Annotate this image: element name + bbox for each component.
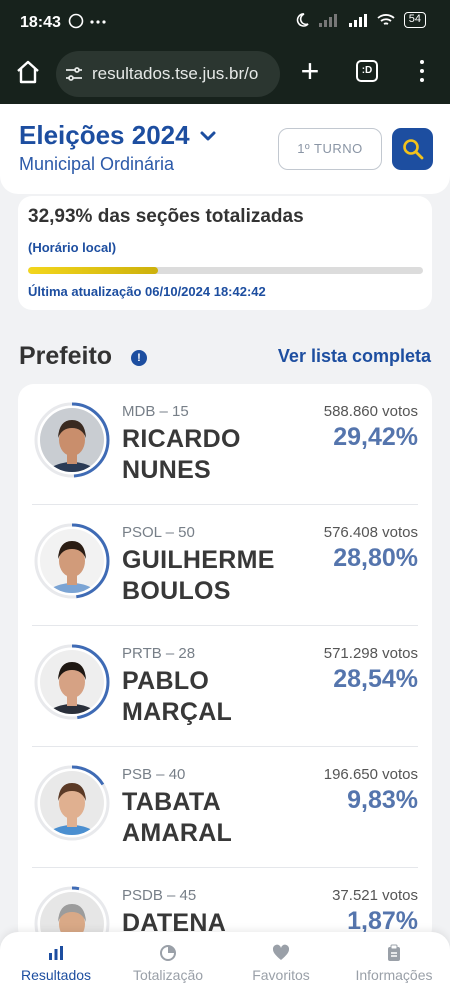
nav-resultados[interactable]: Resultados <box>1 944 111 983</box>
candidate-party: PSDB – 45 <box>122 887 197 904</box>
candidate-votes: 576.408 votos <box>323 524 418 541</box>
new-tab-icon[interactable]: + <box>296 55 324 87</box>
candidate-party: PSB – 40 <box>122 766 186 783</box>
full-list-link[interactable]: Ver lista completa <box>278 346 431 367</box>
sections-totalized-text: 32,93% das seções totalizadas <box>28 206 304 227</box>
wifi-icon <box>377 14 395 25</box>
candidate-name: RICARDO NUNES <box>122 424 241 486</box>
candidate-votes: 588.860 votos <box>323 403 418 420</box>
candidate-avatar <box>34 644 110 720</box>
browser-toolbar: resultados.tse.jus.br/o + :D <box>0 46 450 104</box>
heart-icon <box>272 944 290 960</box>
candidate-party: MDB – 15 <box>122 403 189 420</box>
candidate-party: PSOL – 50 <box>122 524 195 541</box>
progress-bar <box>28 267 423 274</box>
candidate-party: PRTB – 28 <box>122 645 196 662</box>
url-bar[interactable]: resultados.tse.jus.br/o <box>56 51 280 97</box>
clipboard-icon <box>388 944 400 961</box>
bar-chart-icon <box>49 946 63 960</box>
nav-label: Favoritos <box>252 967 310 983</box>
pie-chart-icon <box>160 945 176 961</box>
search-button[interactable] <box>392 128 433 170</box>
menu-icon[interactable] <box>416 56 428 86</box>
candidate-name-line2: NUNES <box>122 456 212 484</box>
candidate-name: PABLO MARÇAL <box>122 666 232 728</box>
candidate-name-line1: TABATA <box>122 788 221 816</box>
search-icon <box>402 139 423 160</box>
page-header: Eleições 2024 Municipal Ordinária 1º TUR… <box>0 104 450 194</box>
page-title: Eleições 2024 <box>19 120 190 150</box>
status-time: 18:43 <box>20 14 61 31</box>
battery-icon: 54 <box>403 12 426 28</box>
candidate-avatar <box>34 765 110 841</box>
signal-icon <box>318 14 337 27</box>
candidate-row[interactable]: PRTB – 28 PABLO MARÇAL 571.298 votos 28,… <box>18 626 432 747</box>
chevron-down-icon[interactable] <box>198 126 218 146</box>
nav-label: Informações <box>355 967 433 983</box>
candidate-name: TABATA AMARAL <box>122 787 232 849</box>
page-subtitle: Municipal Ordinária <box>19 154 175 174</box>
election-selector[interactable]: Eleições 2024 <box>19 120 218 151</box>
candidate-votes: 37.521 votos <box>332 887 418 904</box>
notification-icons <box>68 13 108 33</box>
candidate-name-line2: AMARAL <box>122 819 233 847</box>
candidate-name-line2: MARÇAL <box>122 698 233 726</box>
nav-label: Resultados <box>20 967 92 983</box>
candidate-avatar <box>34 402 110 478</box>
url-text: resultados.tse.jus.br/o <box>92 64 259 83</box>
whatsapp-icon <box>68 13 106 29</box>
status-bar: 18:43 54 <box>0 0 450 46</box>
info-icon[interactable]: ! <box>131 350 147 366</box>
home-icon[interactable] <box>14 58 42 86</box>
candidate-votes: 196.650 votos <box>323 766 418 783</box>
candidate-percent: 28,80% <box>333 544 418 572</box>
candidate-row[interactable]: MDB – 15 RICARDO NUNES 588.860 votos 29,… <box>18 384 432 505</box>
system-icons: 54 <box>294 12 426 28</box>
candidate-percent: 28,54% <box>333 665 418 693</box>
signal-icon-2 <box>348 14 367 27</box>
nav-favoritos[interactable]: Favoritos <box>226 944 336 983</box>
nav-totalização[interactable]: Totalização <box>113 944 223 983</box>
candidate-name-line1: GUILHERME <box>122 546 275 574</box>
candidate-row[interactable]: PSOL – 50 GUILHERME BOULOS 576.408 votos… <box>18 505 432 626</box>
candidate-name-line2: BOULOS <box>122 577 231 605</box>
candidate-avatar <box>34 523 110 599</box>
totalization-progress-card: 32,93% das seções totalizadas (Horário l… <box>18 196 432 310</box>
tab-switcher-icon[interactable]: :D <box>356 60 378 82</box>
turno-button[interactable]: 1º TURNO <box>278 128 382 170</box>
candidate-name: GUILHERME BOULOS <box>122 545 275 607</box>
candidate-name-line1: PABLO <box>122 667 210 695</box>
candidate-votes: 571.298 votos <box>323 645 418 662</box>
section-title: Prefeito <box>19 342 113 370</box>
nav-label: Totalização <box>132 967 204 983</box>
bottom-navigation: Resultados Totalização Favoritos Informa… <box>0 932 450 1000</box>
candidate-percent: 9,83% <box>347 786 418 814</box>
last-update-text: Última atualização 06/10/2024 18:42:42 <box>28 284 266 299</box>
moon-icon <box>296 13 309 27</box>
candidate-percent: 29,42% <box>333 423 418 451</box>
progress-bar-fill <box>28 267 159 274</box>
site-settings-icon[interactable] <box>64 64 84 84</box>
candidate-name-line1: RICARDO <box>122 425 241 453</box>
candidate-row[interactable]: PSB – 40 TABATA AMARAL 196.650 votos 9,8… <box>18 747 432 868</box>
nav-informações[interactable]: Informações <box>339 944 449 983</box>
candidates-list: MDB – 15 RICARDO NUNES 588.860 votos 29,… <box>18 384 432 944</box>
local-time-label: (Horário local) <box>28 240 117 255</box>
